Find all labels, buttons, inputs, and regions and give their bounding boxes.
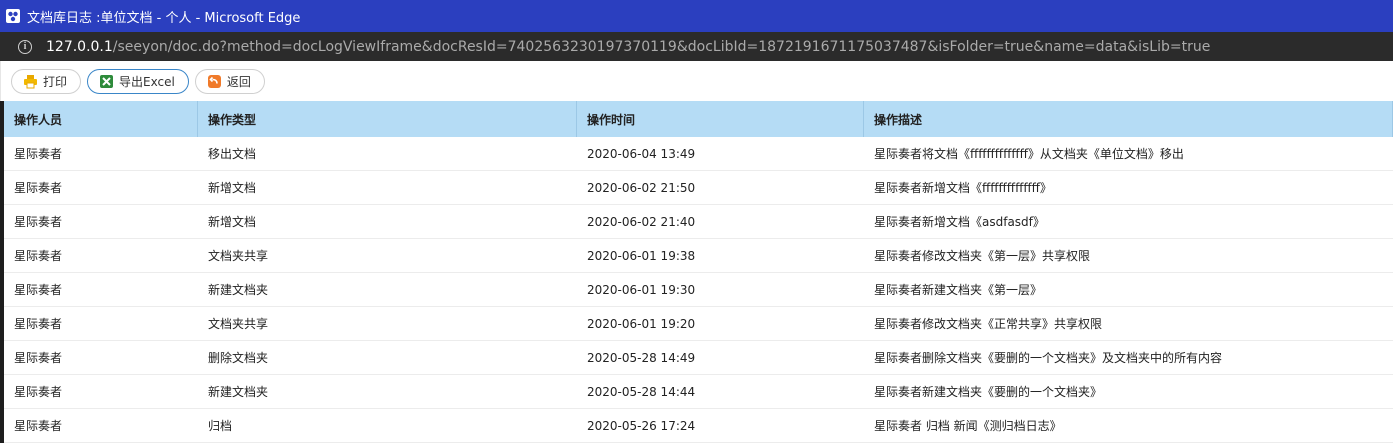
cell-type: 新建文档夹 xyxy=(208,385,269,399)
cell-description: 星际奏者修改文档夹《第一层》共享权限 xyxy=(874,249,1091,263)
cell-operator: 星际奏者 xyxy=(14,147,63,161)
table-row[interactable]: 星际奏者 新增文档 2020-06-02 21:40 星际奏者新增文档《asdfasd… xyxy=(4,205,1393,239)
column-header-time[interactable]: 操作时间 xyxy=(577,101,864,137)
cell-operator: 星际奏者 xyxy=(14,317,63,331)
cell-description: 星际奏者 归档 新闻《测归档日志》 xyxy=(874,419,1062,433)
export-excel-button[interactable]: 导出Excel xyxy=(87,68,189,94)
table-row[interactable]: 星际奏者 新建文档夹 2020-05-28 14:44 星际奏者新建文档夹《要删的一个… xyxy=(4,375,1393,409)
cell-time: 2020-06-02 21:40 xyxy=(587,214,696,229)
cell-operator: 星际奏者 xyxy=(14,419,63,433)
cell-description: 星际奏者新增文档《ffffffffffffff》 xyxy=(874,181,1052,195)
url-host[interactable]: 127.0.0.1 xyxy=(46,39,113,55)
cell-operator: 星际奏者 xyxy=(14,181,63,195)
table-header: 操作人员 操作类型 操作时间 操作描述 xyxy=(4,101,1393,137)
print-label: 打印 xyxy=(43,74,68,89)
cell-time: 2020-06-02 21:50 xyxy=(587,180,696,195)
toolbar: 打印 导出Excel 返回 xyxy=(0,61,1393,101)
address-bar[interactable]: i 127.0.0.1/seeyon/doc.do?method=docLogV… xyxy=(0,32,1393,61)
back-button[interactable]: 返回 xyxy=(194,68,265,94)
info-icon[interactable]: i xyxy=(18,39,32,54)
cell-description: 星际奏者修改文档夹《正常共享》共享权限 xyxy=(874,317,1103,331)
log-table: 操作人员 操作类型 操作时间 操作描述 星际奏者 移出文档 2020-06-04 1… xyxy=(4,101,1393,443)
cell-time: 2020-06-01 19:30 xyxy=(587,282,696,297)
cell-type: 新增文档 xyxy=(208,181,257,195)
cell-description: 星际奏者新增文档《asdfasdf》 xyxy=(874,215,1045,229)
window-title: 文档库日志 :单位文档 - 个人 - Microsoft Edge xyxy=(27,10,301,26)
cell-operator: 星际奏者 xyxy=(14,215,63,229)
table-row[interactable]: 星际奏者 新建文档夹 2020-06-01 19:30 星际奏者新建文档夹《第一层》 xyxy=(4,273,1393,307)
cell-description: 星际奏者删除文档夹《要删的一个文档夹》及文档夹中的所有内容 xyxy=(874,351,1223,365)
cell-operator: 星际奏者 xyxy=(14,385,63,399)
cell-description: 星际奏者新建文档夹《要删的一个文档夹》 xyxy=(874,385,1103,399)
cell-type: 新建文档夹 xyxy=(208,283,269,297)
column-header-description[interactable]: 操作描述 xyxy=(864,101,1393,137)
table-row[interactable]: 星际奏者 文档夹共享 2020-06-01 19:20 星际奏者修改文档夹《正常共享》… xyxy=(4,307,1393,341)
cell-operator: 星际奏者 xyxy=(14,249,63,263)
cell-time: 2020-05-28 14:49 xyxy=(587,350,696,365)
app-logo-icon xyxy=(6,9,20,23)
back-label: 返回 xyxy=(226,74,251,89)
export-label: 导出Excel xyxy=(119,74,175,89)
cell-operator: 星际奏者 xyxy=(14,283,63,297)
cell-operator: 星际奏者 xyxy=(14,351,63,365)
cell-time: 2020-06-01 19:38 xyxy=(587,248,696,263)
cell-time: 2020-05-28 14:44 xyxy=(587,384,696,399)
table-row[interactable]: 星际奏者 新增文档 2020-06-02 21:50 星际奏者新增文档《fffffff… xyxy=(4,171,1393,205)
excel-icon xyxy=(99,74,114,89)
back-arrow-icon xyxy=(207,74,222,89)
cell-description: 星际奏者新建文档夹《第一层》 xyxy=(874,283,1043,297)
column-header-operator[interactable]: 操作人员 xyxy=(4,101,198,137)
table-row[interactable]: 星际奏者 移出文档 2020-06-04 13:49 星际奏者将文档《ffffffff… xyxy=(4,137,1393,171)
table-row[interactable]: 星际奏者 文档夹共享 2020-06-01 19:38 星际奏者修改文档夹《第一层》共… xyxy=(4,239,1393,273)
cell-type: 删除文档夹 xyxy=(208,351,269,365)
cell-type: 文档夹共享 xyxy=(208,317,269,331)
cell-time: 2020-05-26 17:24 xyxy=(587,418,696,433)
window-titlebar: 文档库日志 :单位文档 - 个人 - Microsoft Edge xyxy=(0,0,1393,32)
cell-type: 移出文档 xyxy=(208,147,257,161)
cell-time: 2020-06-04 13:49 xyxy=(587,146,696,161)
cell-time: 2020-06-01 19:20 xyxy=(587,316,696,331)
column-header-type[interactable]: 操作类型 xyxy=(198,101,577,137)
table-body: 星际奏者 移出文档 2020-06-04 13:49 星际奏者将文档《ffffffff… xyxy=(4,137,1393,443)
cell-type: 文档夹共享 xyxy=(208,249,269,263)
cell-type: 归档 xyxy=(208,419,233,433)
print-button[interactable]: 打印 xyxy=(11,68,82,94)
cell-description: 星际奏者将文档《ffffffffffffff》从文档夹《单位文档》移出 xyxy=(874,147,1184,161)
table-row[interactable]: 星际奏者 删除文档夹 2020-05-28 14:49 星际奏者删除文档夹《要删的一个… xyxy=(4,341,1393,375)
url-path[interactable]: /seeyon/doc.do?method=docLogViewIframe&d… xyxy=(113,39,1211,55)
cell-type: 新增文档 xyxy=(208,215,257,229)
printer-icon xyxy=(23,74,38,89)
table-row[interactable]: 星际奏者 归档 2020-05-26 17:24 星际奏者 归档 新闻《测归档日志》 xyxy=(4,409,1393,443)
